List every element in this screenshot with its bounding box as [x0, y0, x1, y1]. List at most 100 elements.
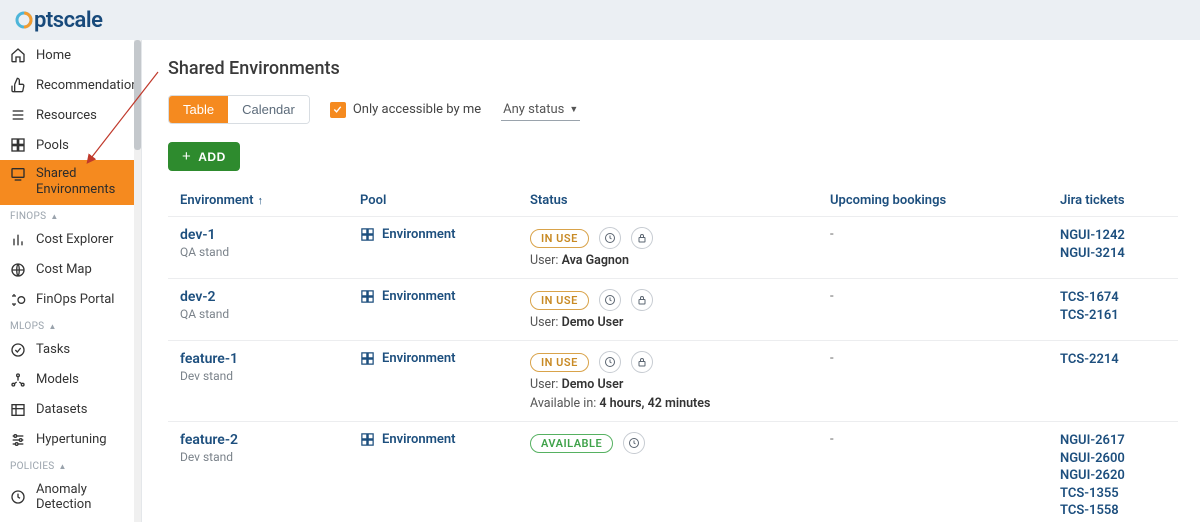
col-jira[interactable]: Jira tickets [1048, 185, 1178, 217]
thumbs-up-icon [10, 77, 26, 93]
sidebar-item-label: Pools [36, 138, 69, 153]
sidebar-item-label: Datasets [36, 402, 88, 417]
env-subtitle: QA stand [180, 245, 336, 259]
env-name-link[interactable]: dev-1 [180, 227, 336, 243]
pool-icon [360, 227, 375, 242]
bookings-cell: - [818, 422, 1048, 522]
checkbox-checked-icon [330, 102, 346, 118]
bookings-cell: - [818, 341, 1048, 422]
pool-icon [360, 351, 375, 366]
bookings-cell: - [818, 217, 1048, 279]
only-me-label: Only accessible by me [353, 102, 481, 117]
sidebar-group-mlops[interactable]: MLOPS▲ [0, 315, 141, 335]
sidebar-item-label: Tasks [36, 342, 70, 357]
pool-link[interactable]: Environment [360, 351, 456, 366]
pool-link[interactable]: Environment [360, 227, 456, 242]
table-row: dev-1QA standEnvironmentIN USEUser: Ava … [168, 217, 1178, 279]
status-user: User: Demo User [530, 377, 806, 392]
network-icon [10, 372, 26, 388]
sidebar-item-recommendations[interactable]: Recommendations [0, 70, 141, 100]
sidebar-item-label: FinOps Portal [36, 292, 114, 307]
env-subtitle: Dev stand [180, 450, 336, 464]
app-logo[interactable]: ptscale [14, 8, 102, 33]
main-content: Shared Environments Table Calendar Only … [142, 40, 1200, 522]
view-table-button[interactable]: Table [169, 96, 228, 123]
sidebar-item-anomaly-detection[interactable]: Anomaly Detection [0, 475, 141, 519]
env-name-link[interactable]: feature-1 [180, 351, 336, 367]
jira-ticket-link[interactable]: TCS-2214 [1060, 351, 1166, 369]
status-available-in: Available in: 4 hours, 42 minutes [530, 396, 806, 411]
sidebar-group-policies[interactable]: POLICIES▲ [0, 455, 141, 475]
sidebar-item-hypertuning[interactable]: Hypertuning [0, 425, 141, 455]
check-circle-icon [10, 342, 26, 358]
page-title: Shared Environments [168, 58, 1178, 79]
view-toggle: Table Calendar [168, 95, 310, 124]
clock-icon[interactable] [599, 351, 621, 373]
status-badge-available: AVAILABLE [530, 434, 613, 453]
sidebar-item-datasets[interactable]: Datasets [0, 395, 141, 425]
only-me-checkbox[interactable]: Only accessible by me [330, 102, 481, 118]
jira-ticket-link[interactable]: TCS-1355 [1060, 485, 1166, 503]
env-subtitle: QA stand [180, 307, 336, 321]
jira-ticket-link[interactable]: NGUI-1242 [1060, 227, 1166, 245]
jira-ticket-link[interactable]: NGUI-2600 [1060, 450, 1166, 468]
pool-link[interactable]: Environment [360, 432, 456, 447]
sidebar-item-label: Resources [36, 108, 97, 123]
pool-icon [360, 432, 375, 447]
status-user: User: Demo User [530, 315, 806, 330]
lock-icon[interactable] [631, 351, 653, 373]
clock-icon[interactable] [599, 289, 621, 311]
table-row: dev-2QA standEnvironmentIN USEUser: Demo… [168, 279, 1178, 341]
sidebar-item-finops-portal[interactable]: FinOps Portal [0, 285, 141, 315]
col-environment[interactable]: Environment↑ [168, 185, 348, 217]
sidebar-item-resources[interactable]: Resources [0, 100, 141, 130]
pool-link[interactable]: Environment [360, 289, 456, 304]
status-filter-dropdown[interactable]: Any status ▼ [501, 99, 580, 121]
add-button[interactable]: + ADD [168, 142, 240, 171]
lock-icon[interactable] [631, 227, 653, 249]
jira-ticket-link[interactable]: TCS-1674 [1060, 289, 1166, 307]
col-bookings[interactable]: Upcoming bookings [818, 185, 1048, 217]
plus-icon: + [182, 149, 191, 164]
sidebar-group-finops[interactable]: FINOPS▲ [0, 205, 141, 225]
sidebar-item-label: Home [36, 48, 71, 63]
col-status[interactable]: Status [518, 185, 818, 217]
jira-ticket-link[interactable]: NGUI-2617 [1060, 432, 1166, 450]
sidebar-item-shared-environments[interactable]: Shared Environments [0, 160, 141, 205]
environments-table: Environment↑ Pool Status Upcoming bookin… [168, 185, 1178, 522]
env-name-link[interactable]: dev-2 [180, 289, 336, 305]
display-icon [10, 166, 26, 182]
sidebar-item-pools[interactable]: Pools [0, 130, 141, 160]
view-calendar-button[interactable]: Calendar [228, 96, 309, 123]
anomaly-icon [10, 489, 26, 505]
sidebar-item-cost-map[interactable]: Cost Map [0, 255, 141, 285]
env-name-link[interactable]: feature-2 [180, 432, 336, 448]
sidebar-item-label: Cost Map [36, 262, 92, 277]
caret-up-icon: ▲ [50, 212, 58, 221]
chevron-down-icon: ▼ [569, 104, 578, 115]
bar-chart-icon [10, 232, 26, 248]
globe-icon [10, 262, 26, 278]
sort-asc-icon: ↑ [258, 194, 264, 207]
table-icon [10, 402, 26, 418]
sidebar-item-models[interactable]: Models [0, 365, 141, 395]
sliders-icon [10, 432, 26, 448]
jira-ticket-link[interactable]: NGUI-3214 [1060, 245, 1166, 263]
lock-icon[interactable] [631, 289, 653, 311]
bookings-cell: - [818, 279, 1048, 341]
clock-icon[interactable] [623, 432, 645, 454]
jira-ticket-link[interactable]: TCS-1558 [1060, 502, 1166, 520]
table-row: feature-2 Dev stand Environment AVAILABLE -N… [168, 422, 1178, 522]
jira-ticket-link[interactable]: NGUI-2620 [1060, 467, 1166, 485]
env-subtitle: Dev stand [180, 369, 336, 383]
sidebar-item-cost-explorer[interactable]: Cost Explorer [0, 225, 141, 255]
sidebar-item-label: Anomaly Detection [36, 482, 131, 512]
col-pool[interactable]: Pool [348, 185, 518, 217]
list-icon [10, 107, 26, 123]
sidebar-item-tasks[interactable]: Tasks [0, 335, 141, 365]
clock-icon[interactable] [599, 227, 621, 249]
jira-ticket-link[interactable]: TCS-2161 [1060, 307, 1166, 325]
sidebar-item-home[interactable]: Home [0, 40, 141, 70]
sidebar-scrollbar[interactable] [134, 40, 141, 522]
portal-icon [10, 292, 26, 308]
